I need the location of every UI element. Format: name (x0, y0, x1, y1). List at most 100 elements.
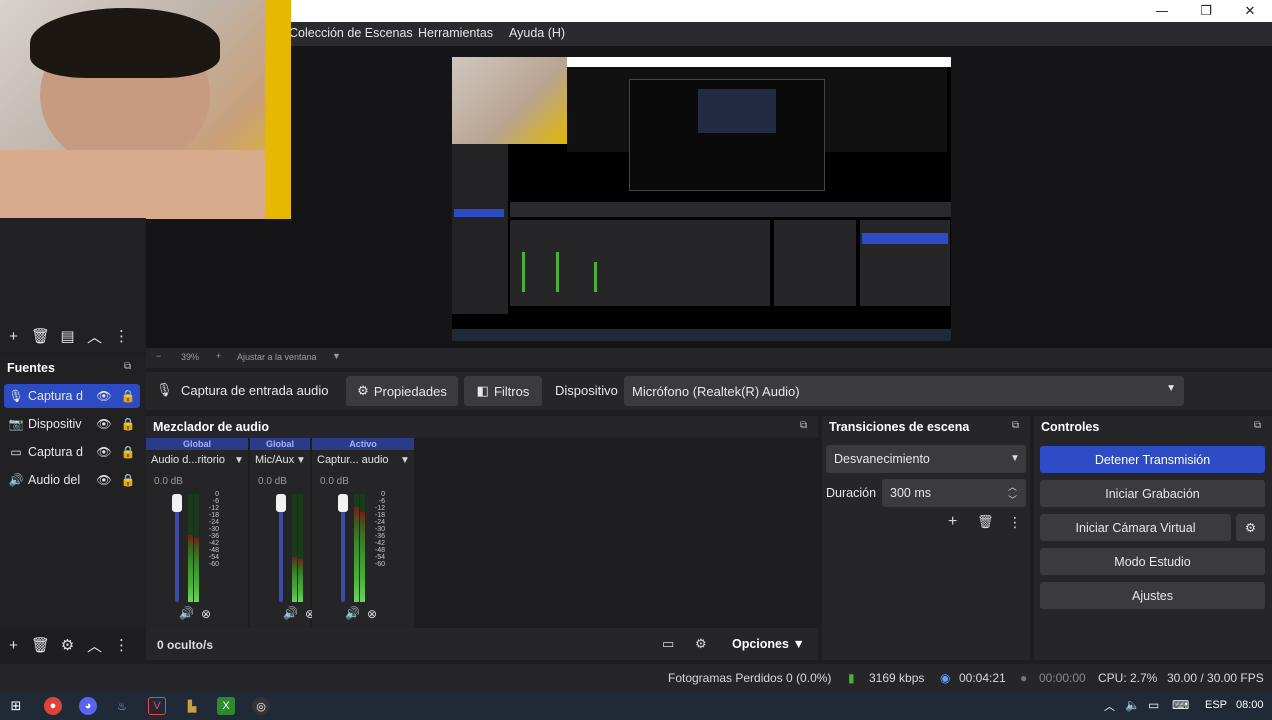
lock-icon[interactable]: 🔒 (116, 445, 140, 459)
fit-window-label[interactable]: Ajustar a la ventana (237, 352, 317, 362)
level-meter (292, 494, 297, 602)
chevron-up-icon[interactable]: ︿ (1008, 480, 1017, 493)
monitor-off-icon[interactable]: ⊗ (367, 607, 377, 621)
virtual-camera-settings-button[interactable]: ⚙ (1236, 514, 1265, 541)
clock[interactable]: 08:00 (1236, 699, 1264, 711)
mic-icon: 🎙 (156, 382, 173, 397)
channel-name[interactable]: Mic/Aux (255, 454, 294, 466)
source-item[interactable]: 📷 Dispositiv 👁 🔒 (4, 412, 140, 436)
chevron-up-icon[interactable]: ︿ (81, 631, 108, 659)
webcam-overlay (0, 0, 291, 219)
float-icon[interactable]: ⧉ (1254, 420, 1266, 432)
stop-streaming-button[interactable]: Detener Transmisión (1040, 446, 1265, 473)
source-item[interactable]: ▭ Captura d 👁 🔒 (4, 440, 140, 464)
chevron-down-icon: ▼ (1010, 453, 1020, 464)
source-item[interactable]: 🎙 Captura d 👁 🔒 (4, 384, 140, 408)
trash-icon[interactable]: 🗑 (27, 631, 54, 659)
trash-icon[interactable]: 🗑 (27, 322, 54, 350)
monitor-off-icon[interactable]: ⊗ (201, 607, 211, 621)
keyboard-icon[interactable]: ⌨ (1172, 698, 1189, 712)
eye-icon[interactable]: 👁 (92, 473, 116, 487)
more-icon[interactable]: ⋮ (108, 322, 135, 350)
channel-name[interactable]: Audio d...ritorio (151, 454, 225, 466)
db-scale: 0-6-12-18-24-30-36-42-48-54-60 (201, 491, 219, 569)
scale-tick: -18 (374, 512, 385, 520)
menu-help[interactable]: Ayuda (H) (509, 26, 565, 40)
chevron-down-icon[interactable]: ﹀ (1008, 493, 1017, 506)
chevron-down-icon[interactable]: ▼ (400, 455, 410, 466)
chevron-down-icon[interactable]: ▼ (296, 455, 306, 466)
more-icon[interactable]: ⋮ (1008, 514, 1022, 531)
start-virtual-camera-button[interactable]: Iniciar Cámara Virtual (1040, 514, 1231, 541)
more-icon[interactable]: ⋮ (108, 631, 135, 659)
start-recording-button[interactable]: Iniciar Grabación (1040, 480, 1265, 507)
cpu-usage: CPU: 2.7% (1098, 671, 1158, 685)
scenes-panel: + 🗑 ▤ ︿ ⋮ (0, 218, 146, 352)
menu-tools[interactable]: Herramientas (418, 26, 493, 40)
channel-name[interactable]: Captur... audio (317, 454, 389, 466)
settings-icon[interactable]: ⚙ (695, 636, 707, 652)
filter-icon[interactable]: ▤ (54, 322, 81, 350)
source-item[interactable]: 🔊 Audio del 👁 🔒 (4, 468, 140, 492)
studio-mode-button[interactable]: Modo Estudio (1040, 548, 1265, 575)
add-scene-icon[interactable]: + (0, 322, 27, 350)
close-button[interactable]: ✕ (1228, 0, 1272, 22)
add-source-icon[interactable]: + (0, 631, 27, 659)
network-icon[interactable]: ▭ (1148, 698, 1159, 712)
transition-select[interactable]: Desvanecimiento ▼ (826, 445, 1026, 473)
fader-handle[interactable] (172, 494, 182, 512)
chevron-down-icon[interactable]: ▼ (234, 455, 244, 466)
lock-icon[interactable]: 🔒 (116, 473, 140, 487)
scale-tick: -36 (208, 533, 219, 541)
eye-icon[interactable]: 👁 (92, 389, 116, 403)
meter-level (360, 512, 365, 602)
filters-button[interactable]: ◧ Filtros (464, 376, 542, 406)
app-icon[interactable]: V (148, 697, 166, 715)
mute-icon[interactable]: 🔊 (345, 606, 360, 620)
float-icon[interactable]: ⧉ (1012, 420, 1024, 432)
mute-icon[interactable]: 🔊 (179, 606, 194, 620)
gear-icon[interactable]: ⚙ (54, 631, 81, 659)
menu-scene-collection[interactable]: Colección de Escenas (289, 26, 413, 40)
eye-icon[interactable]: 👁 (92, 417, 116, 431)
meter-level (298, 559, 303, 602)
properties-button[interactable]: ⚙ Propiedades (346, 376, 458, 406)
duration-spinbox[interactable]: 300 ms ︿ ﹀ (882, 479, 1026, 507)
add-transition-icon[interactable]: + (948, 513, 957, 531)
mute-icon[interactable]: 🔊 (283, 606, 298, 620)
lock-icon[interactable]: 🔒 (116, 389, 140, 403)
obs-icon[interactable]: ◎ (252, 697, 270, 715)
level-meter (354, 494, 359, 602)
gear-icon: ⚙ (357, 383, 369, 398)
lock-icon[interactable]: 🔒 (116, 417, 140, 431)
preview-canvas[interactable] (452, 57, 951, 341)
fader-handle[interactable] (338, 494, 348, 512)
excel-icon[interactable]: X (217, 697, 235, 715)
discord-icon[interactable]: ◕ (79, 697, 97, 715)
steam-icon[interactable]: ♨ (113, 697, 131, 715)
float-icon[interactable]: ⧉ (800, 420, 812, 432)
layout-icon[interactable]: ▭ (662, 636, 674, 652)
zoom-out-button[interactable]: − (156, 351, 161, 361)
zoom-dropdown-icon[interactable]: ▼ (332, 351, 341, 361)
minimize-button[interactable]: — (1140, 0, 1184, 22)
windows-start-icon[interactable]: ⊞ (7, 697, 25, 715)
chevron-up-icon[interactable]: ︿ (81, 322, 108, 350)
zoom-in-button[interactable]: + (216, 351, 221, 361)
eye-icon[interactable]: 👁 (92, 445, 116, 459)
chrome-icon[interactable]: ● (44, 697, 62, 715)
files-icon[interactable]: ▙ (183, 697, 201, 715)
float-icon[interactable]: ⧉ (124, 361, 131, 372)
chevron-up-icon[interactable]: ︿ (1104, 698, 1115, 714)
mixer-options-button[interactable]: Opciones ▼ (732, 637, 805, 651)
fader-handle[interactable] (276, 494, 286, 512)
trash-icon[interactable]: 🗑 (977, 514, 994, 530)
channel-db: 0.0 dB (320, 476, 349, 487)
scale-tick: -12 (208, 505, 219, 513)
volume-icon[interactable]: 🔈 (1125, 698, 1140, 712)
stream-icon: ◉ (940, 671, 951, 685)
language-indicator[interactable]: ESP (1205, 699, 1227, 711)
device-select[interactable]: Micrófono (Realtek(R) Audio) ▼ (624, 376, 1184, 406)
maximize-button[interactable]: ❐ (1184, 0, 1228, 22)
settings-button[interactable]: Ajustes (1040, 582, 1265, 609)
